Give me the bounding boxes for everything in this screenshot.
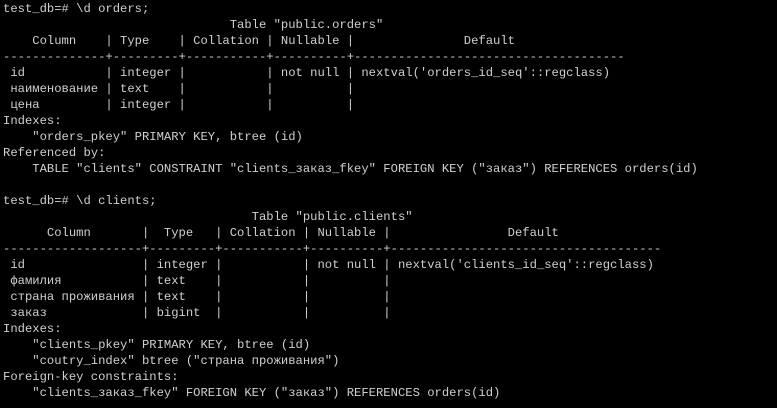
index-entry: "orders_pkey" PRIMARY KEY, btree (id) [3,130,303,144]
section-heading: Referenced by: [3,146,106,160]
constraint-entry: "clients_заказ_fkey" FOREIGN KEY ("заказ… [3,386,501,400]
table-row: id | integer | | not null | nextval('cli… [3,258,654,272]
section-heading: Indexes: [3,322,62,336]
table-title: Table "public.clients" [3,210,413,224]
table-separator: --------------+---------+-----------+---… [3,50,625,64]
prompt-line: test_db=# \d clients; [3,194,157,208]
table-row: страна проживания | text | | | [3,290,391,304]
prompt-line: test_db=# \d orders; [3,2,150,16]
table-row: наименование | text | | | [3,82,355,96]
table-row: id | integer | | not null | nextval('ord… [3,66,611,80]
terminal-window[interactable]: test_db=# \d orders; Table "public.order… [0,0,777,408]
table-title: Table "public.orders" [3,18,384,32]
index-entry: "coutry_index" btree ("страна проживания… [3,354,340,368]
table-row: заказ | bigint | | | [3,306,391,320]
reference-entry: TABLE "clients" CONSTRAINT "clients_зака… [3,162,698,176]
table-header: Column | Type | Collation | Nullable | D… [3,226,559,240]
section-heading: Foreign-key constraints: [3,370,179,384]
index-entry: "clients_pkey" PRIMARY KEY, btree (id) [3,338,311,352]
table-header: Column | Type | Collation | Nullable | D… [3,34,515,48]
table-separator: -------------------+---------+----------… [3,242,662,256]
table-row: цена | integer | | | [3,98,355,112]
table-row: фамилия | text | | | [3,274,391,288]
section-heading: Indexes: [3,114,62,128]
